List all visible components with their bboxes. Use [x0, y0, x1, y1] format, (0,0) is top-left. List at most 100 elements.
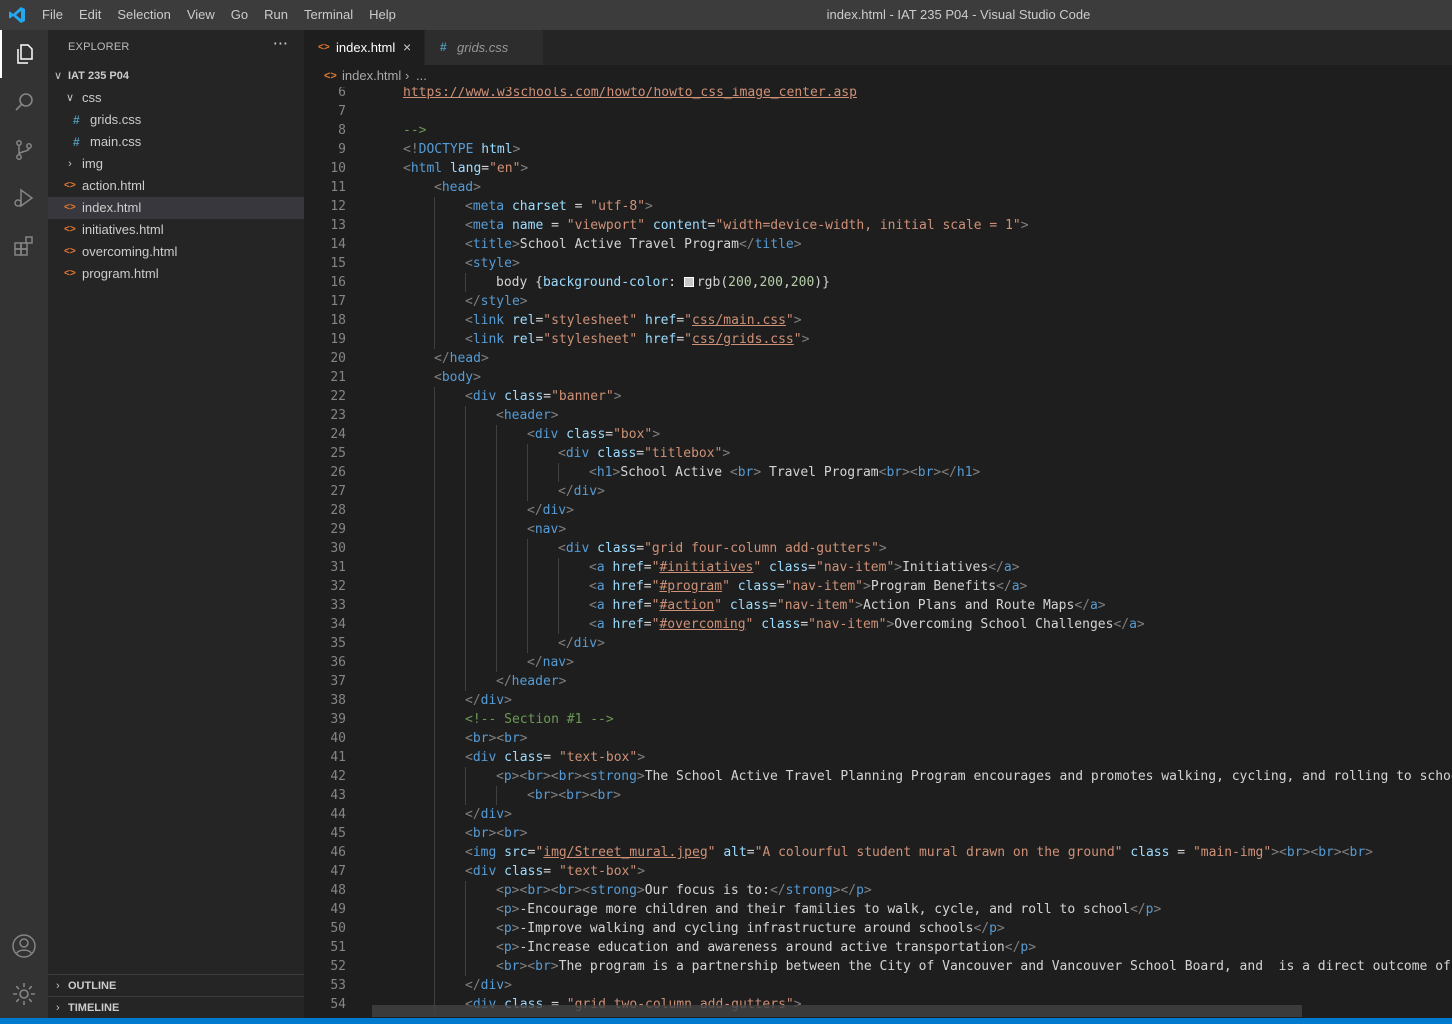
source-control-icon[interactable] — [0, 126, 48, 174]
tree-item-index-html[interactable]: <> index.html — [48, 197, 304, 219]
code-line[interactable]: 26 <h1>School Active <br> Travel Program<… — [304, 463, 1452, 482]
horizontal-scrollbar[interactable] — [372, 1005, 1302, 1017]
code-line[interactable]: 33 <a href="#action" class="nav-item">Act… — [304, 596, 1452, 615]
code-line[interactable]: 21 <body> — [304, 368, 1452, 387]
indent-guide — [558, 463, 559, 482]
code-token: "main-img" — [1192, 845, 1272, 860]
code-line[interactable]: 36 </nav> — [304, 653, 1452, 672]
code-line[interactable]: 43 <br><br><br> — [304, 786, 1452, 805]
code-token: = — [643, 598, 652, 613]
code-line[interactable]: 49 <p > -Encourage more children and their … — [304, 900, 1452, 919]
close-icon[interactable]: × — [403, 30, 411, 65]
code-token: br — [472, 826, 489, 841]
tree-item-css-folder[interactable]: ∨ css — [48, 87, 304, 109]
indent-guide — [434, 235, 435, 254]
code-line[interactable]: 18 <link rel="stylesheet" href="css/main.… — [304, 311, 1452, 330]
code-token: Travel Program — [761, 465, 879, 480]
tree-item-program-html[interactable]: <> program.html — [48, 263, 304, 285]
indent-guide — [465, 577, 466, 596]
code-line[interactable]: 38 </div> — [304, 691, 1452, 710]
tree-item-initiatives-html[interactable]: <> initiatives.html — [48, 219, 304, 241]
code-token: name — [511, 218, 544, 233]
code-line[interactable]: 11 <head> — [304, 178, 1452, 197]
run-debug-icon[interactable] — [0, 174, 48, 222]
tree-item-action-html[interactable]: <> action.html — [48, 175, 304, 197]
code-line[interactable]: 23 <header> — [304, 406, 1452, 425]
tree-item-img-folder[interactable]: › img — [48, 153, 304, 175]
code-token: > — [1153, 902, 1162, 917]
code-line[interactable]: 42 <p><br><br><strong>The School Active T… — [304, 767, 1452, 786]
code-line[interactable]: 50 <p>-Improve walking and cycling infras… — [304, 919, 1452, 938]
code-token: > — [473, 370, 481, 385]
code-line[interactable]: 44 </div> — [304, 805, 1452, 824]
code-line[interactable]: 40 <br><br> — [304, 729, 1452, 748]
indent-guide — [465, 938, 466, 957]
code-token: > — [597, 484, 605, 499]
search-icon[interactable] — [0, 78, 48, 126]
tree-item-main-css[interactable]: # main.css — [48, 131, 304, 153]
code-line[interactable]: 14 <title>School Active Travel Program</t… — [304, 235, 1452, 254]
breadcrumb-file[interactable]: index.html — [342, 65, 401, 87]
timeline-section[interactable]: › TIMELINE — [48, 996, 304, 1019]
outline-section[interactable]: › OUTLINE — [48, 974, 304, 997]
code-line[interactable]: 20 </head> — [304, 349, 1452, 368]
more-actions-icon[interactable]: ··· — [273, 34, 288, 53]
tab-index-html[interactable]: <> index.html × — [304, 30, 424, 65]
code-line[interactable]: 25 <div class="titlebox"> — [304, 444, 1452, 463]
code-token: > — [512, 142, 521, 157]
code-line[interactable]: 30 <div class="grid four-column add-gutte… — [304, 539, 1452, 558]
breadcrumb-more[interactable]: ... — [416, 65, 427, 87]
tab-grids-css[interactable]: # grids.css — [425, 30, 543, 65]
code-token: < — [465, 389, 473, 404]
code-token: charset — [511, 199, 567, 214]
extensions-icon[interactable] — [0, 222, 48, 270]
manage-gear-icon[interactable] — [0, 970, 48, 1018]
code-line[interactable]: 27 </div> — [304, 482, 1452, 501]
code-line[interactable]: 51 <p > -Increase education and awareness a… — [304, 938, 1452, 957]
code-line[interactable]: 34 <a href="#overcoming" class="nav-item"… — [304, 615, 1452, 634]
code-line[interactable]: 48 <p><br><br><strong>Our focus is to:</s… — [304, 881, 1452, 900]
account-icon[interactable] — [0, 922, 48, 970]
code-line[interactable]: 52 <br><br>The program is a partnership b… — [304, 957, 1452, 976]
code-line[interactable]: 46 <img src="img/Street_mural.jpeg" alt="… — [304, 843, 1452, 862]
explorer-icon[interactable] — [0, 30, 48, 78]
code-token: 200 — [790, 275, 815, 290]
code-line[interactable]: 28 </div> — [304, 501, 1452, 520]
code-line[interactable]: 13 <meta name = "viewport" content="width… — [304, 216, 1452, 235]
tree-item-overcoming-html[interactable]: <> overcoming.html — [48, 241, 304, 263]
code-line[interactable]: 53 </div> — [304, 976, 1452, 995]
code-line[interactable]: 7 — [304, 102, 1452, 121]
code-line[interactable]: 47 <div class= "text-box"> — [304, 862, 1452, 881]
indent-guide — [496, 634, 497, 653]
code-line[interactable]: 19 <link rel="stylesheet" href="css/grids… — [304, 330, 1452, 349]
code-line[interactable]: 22 <div class="banner"> — [304, 387, 1452, 406]
code-editor[interactable]: 6 https://www.w3schools.com/howto/howto_c… — [304, 87, 1452, 1018]
color-swatch[interactable] — [683, 277, 694, 287]
code-line[interactable]: 35 </div> — [304, 634, 1452, 653]
tree-item-grids-css[interactable]: # grids.css — [48, 109, 304, 131]
code-line[interactable]: 9 <!DOCTYPE html> — [304, 140, 1452, 159]
code-line[interactable]: 10 <html lang="en"> — [304, 159, 1452, 178]
code-token: a — [596, 579, 605, 594]
code-line[interactable]: 39 <!-- Section #1 --> — [304, 710, 1452, 729]
code-line[interactable]: 45 <br><br> — [304, 824, 1452, 843]
code-line[interactable]: 8 --> — [304, 121, 1452, 140]
line-number: 27 — [330, 484, 346, 499]
code-token: a — [596, 598, 605, 613]
code-line[interactable]: 12 <meta charset = "utf-8"> — [304, 197, 1452, 216]
html-file-icon: <> — [64, 224, 76, 235]
line-number: 11 — [330, 180, 346, 195]
code-line[interactable]: 6 https://www.w3schools.com/howto/howto_c… — [304, 87, 1452, 102]
code-line[interactable]: 24 <div class="box"> — [304, 425, 1452, 444]
workspace-root[interactable]: ∨ IAT 235 P04 — [48, 65, 304, 87]
code-line[interactable]: 32 <a href="#program" class="nav-item">Pr… — [304, 577, 1452, 596]
code-line[interactable]: 29 <nav> — [304, 520, 1452, 539]
code-line[interactable]: 37 </header> — [304, 672, 1452, 691]
code-line[interactable]: 31 <a href="#initiatives" class="nav-item… — [304, 558, 1452, 577]
workspace-root-label: IAT 235 P04 — [68, 70, 129, 82]
code-line[interactable]: 41 <div class= "text-box"> — [304, 748, 1452, 767]
code-line[interactable]: 15 <style> — [304, 254, 1452, 273]
code-line[interactable]: 16 body {background-color: rgb(200,200,20… — [304, 273, 1452, 292]
code-line[interactable]: 17 </style> — [304, 292, 1452, 311]
code-token: > — [511, 256, 520, 271]
